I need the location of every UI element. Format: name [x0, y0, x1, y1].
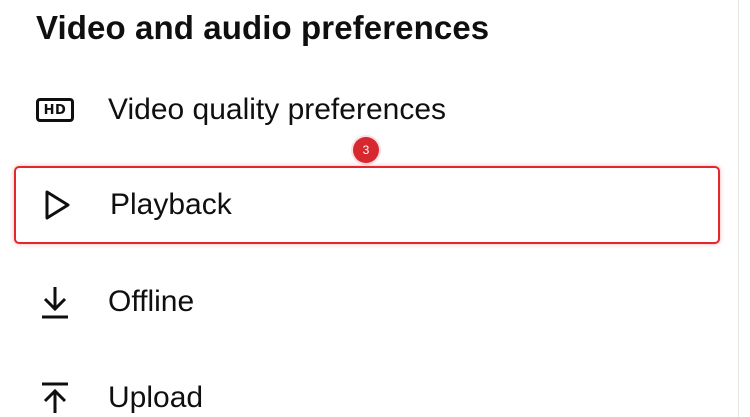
menu-item-label: Upload: [108, 381, 204, 414]
panel-divider: [738, 0, 739, 417]
menu-item-label: Offline: [108, 285, 195, 318]
play-icon: [36, 187, 78, 223]
section-title: Video and audio preferences: [36, 9, 490, 46]
menu-item-video-quality[interactable]: HD Video quality preferences: [14, 74, 720, 146]
hd-icon: HD: [34, 92, 76, 128]
upload-icon: [34, 380, 76, 416]
download-icon: [34, 284, 76, 320]
hd-icon-text: HD: [36, 98, 74, 122]
menu-item-playback[interactable]: Playback: [14, 166, 720, 244]
menu-item-label: Video quality preferences: [108, 93, 446, 126]
menu-item-upload[interactable]: Upload: [14, 362, 720, 417]
menu-item-offline[interactable]: Offline: [14, 266, 720, 338]
step-badge: 3: [353, 137, 379, 163]
menu-item-label: Playback: [110, 188, 232, 221]
